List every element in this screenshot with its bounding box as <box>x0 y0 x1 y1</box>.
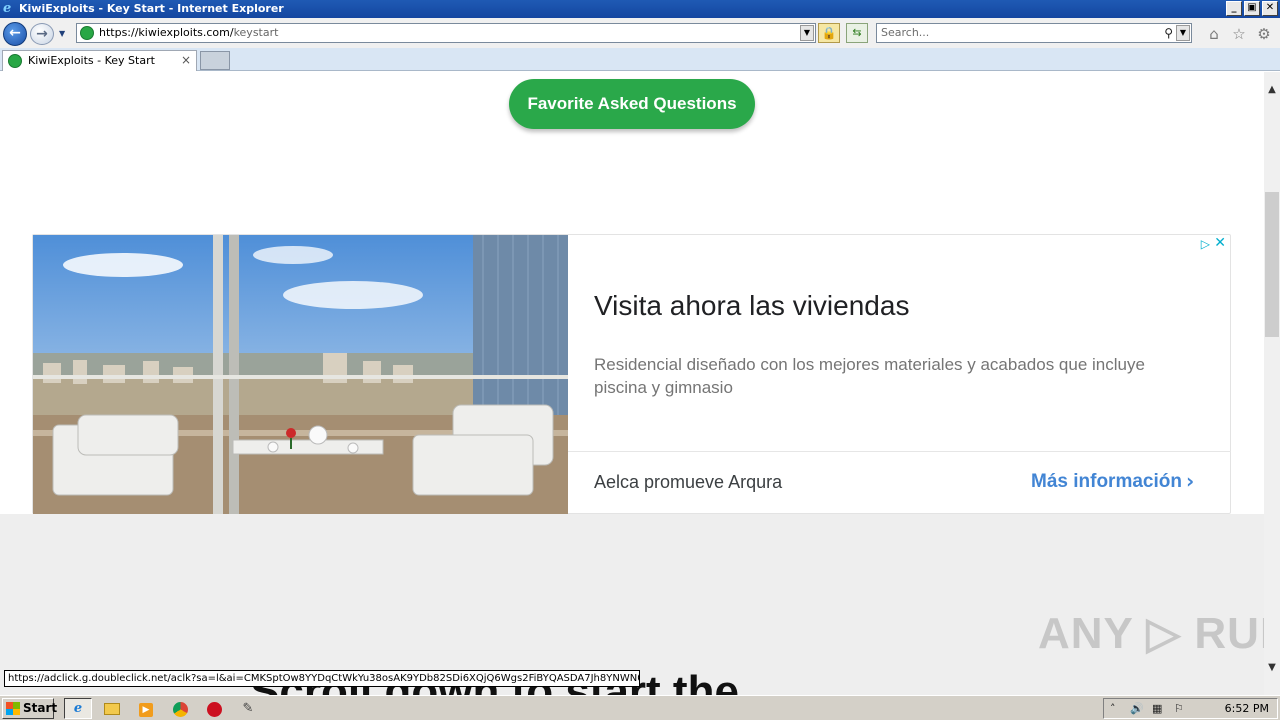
ad-cta-link[interactable]: Más información <box>1031 471 1182 493</box>
forward-button[interactable]: → <box>30 23 54 45</box>
tray-expand-icon[interactable]: ˄ <box>1110 699 1116 718</box>
search-input[interactable]: Search... ⚲ ▼ <box>876 23 1192 43</box>
gear-icon[interactable]: ⚙ <box>1255 25 1273 43</box>
taskbar-media-player-icon[interactable]: ▶ <box>132 698 160 719</box>
anyrun-watermark: ANY ▷ RUN <box>1038 609 1264 658</box>
ad-close-icon[interactable]: ✕ <box>1214 235 1226 251</box>
tab-kiwiexploits[interactable]: KiwiExploits - Key Start × <box>2 50 197 71</box>
status-link-preview: https://adclick.g.doubleclick.net/aclk?s… <box>4 670 640 687</box>
security-lock-button[interactable]: 🔒 <box>818 23 840 43</box>
network-icon[interactable]: ▦ <box>1152 699 1162 718</box>
volume-icon[interactable]: 🔊 <box>1130 699 1144 718</box>
vertical-scrollbar[interactable]: ▲ ▼ <box>1264 72 1280 695</box>
tab-favicon-icon <box>8 54 22 68</box>
ad-banner[interactable]: ▷ ✕ Visita ahora las viviendas Residenci… <box>32 234 1231 515</box>
site-favicon-icon <box>80 26 94 40</box>
window-title: KiwiExploits - Key Start - Internet Expl… <box>19 2 284 15</box>
chevron-right-icon[interactable]: › <box>1186 469 1194 493</box>
taskbar-chrome-icon[interactable] <box>166 698 194 719</box>
faq-button[interactable]: Favorite Asked Questions <box>509 79 755 129</box>
refresh-button[interactable]: ⇆ <box>846 23 868 43</box>
ad-description: Residencial diseñado con los mejores mat… <box>594 355 1145 397</box>
ad-headline[interactable]: Visita ahora las viviendas <box>594 290 909 322</box>
search-placeholder: Search... <box>881 26 930 39</box>
start-button[interactable]: Start <box>2 698 58 719</box>
window-controls: _ ▣ ✕ <box>1226 1 1278 16</box>
taskbar-explorer-icon[interactable] <box>98 698 126 719</box>
scroll-down-icon[interactable]: ▼ <box>1264 662 1280 678</box>
system-tray: ˄ 🔊 ▦ ⚐ 6:52 PM <box>1103 698 1278 719</box>
taskbar-ie-icon[interactable]: e <box>64 698 92 719</box>
tab-strip: KiwiExploits - Key Start × <box>0 48 1280 71</box>
ad-divider <box>568 451 1231 452</box>
taskbar-opera-icon[interactable] <box>200 698 228 719</box>
new-tab-button[interactable] <box>200 51 230 70</box>
taskbar-app-icon[interactable]: ✎ <box>234 698 262 719</box>
search-icon[interactable]: ⚲ <box>1164 24 1173 42</box>
history-dropdown-button[interactable]: ▼ <box>59 29 69 39</box>
address-dropdown-button[interactable]: ▼ <box>800 25 814 41</box>
lock-icon: 🔒 <box>821 26 837 40</box>
tab-label: KiwiExploits - Key Start <box>28 54 155 67</box>
refresh-icon: ⇆ <box>852 26 862 39</box>
page-section-gray: Scroll down to start the <box>0 514 1264 695</box>
restore-button[interactable]: ▣ <box>1244 1 1260 16</box>
back-button[interactable]: ← <box>3 22 27 46</box>
tray-clock[interactable]: 6:52 PM <box>1225 699 1269 718</box>
address-bar[interactable]: https://kiwiexploits.com/keystart ▼ <box>76 23 816 43</box>
ad-advertiser: Aelca promueve Arqura <box>594 472 783 492</box>
back-arrow-icon: ← <box>9 25 21 41</box>
start-label: Start <box>23 701 58 715</box>
search-dropdown-button[interactable]: ▼ <box>1176 25 1190 41</box>
internet-explorer-icon: e <box>3 1 12 16</box>
tab-close-icon[interactable]: × <box>181 51 191 70</box>
close-window-button[interactable]: ✕ <box>1262 1 1278 16</box>
page-viewport: Favorite Asked Questions ▷ ✕ Visita ahor… <box>0 72 1264 695</box>
home-icon[interactable]: ⌂ <box>1205 25 1223 43</box>
window-titlebar: e KiwiExploits - Key Start - Internet Ex… <box>0 0 1280 18</box>
scroll-up-icon[interactable]: ▲ <box>1264 84 1280 100</box>
forward-arrow-icon: → <box>36 26 48 42</box>
navigation-bar: ← → ▼ https://kiwiexploits.com/keystart … <box>0 18 1280 48</box>
minimize-button[interactable]: _ <box>1226 1 1242 16</box>
ad-image[interactable] <box>33 235 568 515</box>
windows-logo-icon <box>6 702 20 715</box>
apartment-terrace-image <box>33 235 568 515</box>
action-center-flag-icon[interactable]: ⚐ <box>1174 699 1184 718</box>
star-icon[interactable]: ☆ <box>1230 25 1248 43</box>
windows-taskbar: Start e ▶ ✎ ˄ 🔊 ▦ ⚐ 6:52 PM <box>0 695 1280 720</box>
adchoices-icon[interactable]: ▷ <box>1201 237 1210 251</box>
scrollbar-thumb[interactable] <box>1265 192 1279 337</box>
address-url[interactable]: https://kiwiexploits.com/keystart <box>99 24 278 42</box>
